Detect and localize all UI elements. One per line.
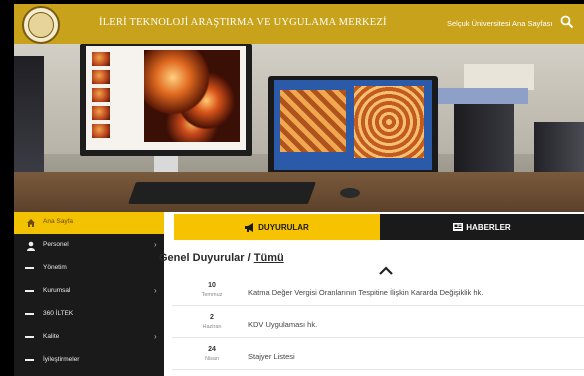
announcement-item[interactable]: 2 Haziran KDV Uygulaması hk. <box>172 312 584 338</box>
dash-icon <box>25 336 34 338</box>
announcement-month: Nisan <box>204 356 220 362</box>
megaphone-icon <box>245 222 254 232</box>
announcement-day: 2 <box>210 314 214 321</box>
photo-afm-image-large <box>144 50 240 142</box>
home-icon <box>27 219 35 227</box>
dash-icon <box>25 359 34 361</box>
site-header: İLERİ TEKNOLOJİ ARAŞTIRMA VE UYGULAMA ME… <box>14 4 584 44</box>
sidebar-item-personel[interactable]: Personel › <box>14 235 164 257</box>
photo-mouse <box>340 188 360 198</box>
sidebar-item-label: Yönetim <box>43 264 67 271</box>
tab-duyurular[interactable]: DUYURULAR <box>174 214 380 240</box>
newspaper-icon <box>453 223 464 231</box>
site-title[interactable]: İLERİ TEKNOLOJİ ARAŞTIRMA VE UYGULAMA ME… <box>99 17 387 28</box>
announcement-title[interactable]: Stajyer Listesi <box>248 352 295 361</box>
sidebar-item-label: 360 İLTEK <box>43 310 74 317</box>
chevron-up-icon[interactable] <box>378 266 394 276</box>
sidebar-item-label: İyileştirmeler <box>43 356 80 363</box>
sidebar-item-label: Kalite <box>43 333 60 340</box>
university-home-link[interactable]: Selçuk Üniversitesi Ana Sayfası <box>447 19 552 28</box>
announcement-title[interactable]: Katma Değer Vergisi Oranlarının Tespitin… <box>248 288 483 297</box>
seal-inner-ring <box>28 12 54 38</box>
announcement-day: 24 <box>208 346 216 353</box>
hero-lab-photo <box>14 44 584 212</box>
user-icon <box>27 241 35 251</box>
announcement-day: 10 <box>208 282 216 289</box>
photo-shelf <box>428 88 528 104</box>
chevron-right-icon: › <box>154 332 157 341</box>
announcement-item[interactable]: 10 Temmuz Katma Değer Vergisi Oranlarını… <box>172 280 584 306</box>
sidebar-item-yonetim[interactable]: Yönetim <box>14 258 164 280</box>
all-announcements-link[interactable]: Tümü <box>254 252 284 264</box>
sidebar-item-kurumsal[interactable]: Kurumsal › <box>14 281 164 303</box>
photo-afm-image-dotted <box>354 86 424 158</box>
sidebar-item-iyilestirmeler[interactable]: İyileştirmeler <box>14 350 164 372</box>
dash-icon <box>25 313 34 315</box>
sidebar-item-ana-sayfa[interactable]: Ana Sayfa <box>14 212 164 234</box>
announcement-title[interactable]: KDV Uygulaması hk. <box>248 320 317 329</box>
tab-label: HABERLER <box>466 222 511 232</box>
announcement-month: Temmuz <box>201 292 223 298</box>
photo-afm-thumbnails <box>92 52 110 142</box>
section-heading-text: Genel Duyurular / <box>159 252 254 264</box>
tab-haberler[interactable]: HABERLER <box>380 214 584 240</box>
sidebar-item-label: Personel <box>43 241 69 248</box>
photo-left-cabinet <box>14 56 44 176</box>
dash-icon <box>25 267 34 269</box>
content-tabs: DUYURULAR HABERLER <box>174 214 584 240</box>
announcement-item[interactable]: 24 Nisan Stajyer Listesi <box>172 344 584 370</box>
tab-label: DUYURULAR <box>258 222 309 232</box>
sidebar-item-360-iltek[interactable]: 360 İLTEK <box>14 304 164 326</box>
dash-icon <box>25 290 34 292</box>
photo-keyboard <box>127 182 317 204</box>
search-icon[interactable] <box>560 15 574 29</box>
announcement-month: Haziran <box>202 324 222 330</box>
sidebar-nav: Ana Sayfa Personel › Yönetim Kurumsal › … <box>14 212 164 376</box>
university-seal-logo[interactable] <box>22 6 60 44</box>
photo-afm-image-striped <box>280 90 346 152</box>
sidebar-item-label: Kurumsal <box>43 287 71 294</box>
page-frame: İLERİ TEKNOLOJİ ARAŞTIRMA VE UYGULAMA ME… <box>14 4 584 376</box>
section-heading: Genel Duyurular / Tümü <box>159 252 284 264</box>
photo-papers <box>464 64 534 90</box>
chevron-right-icon: › <box>154 286 157 295</box>
sidebar-item-kalite[interactable]: Kalite › <box>14 327 164 349</box>
chevron-right-icon: › <box>154 240 157 249</box>
sidebar-item-label: Ana Sayfa <box>43 218 73 225</box>
